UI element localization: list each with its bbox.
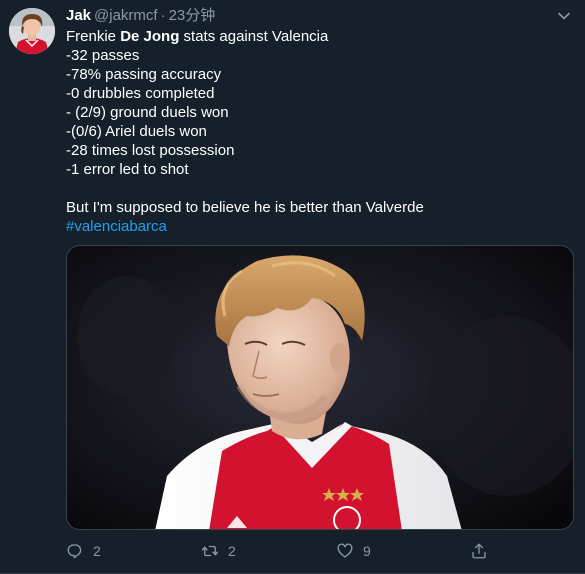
tweet-text: Frenkie De Jong stats against Valencia -…	[66, 27, 576, 236]
reply-count: 2	[93, 543, 101, 559]
reply-button[interactable]: 2	[66, 540, 101, 562]
like-button[interactable]: 9	[336, 540, 371, 562]
stat-line: -(0/6) Ariel duels won	[66, 123, 207, 140]
timestamp[interactable]: 23分钟	[169, 7, 216, 24]
separator-dot: ·	[160, 7, 166, 24]
tweet-media[interactable]	[66, 245, 574, 530]
chevron-down-icon[interactable]	[557, 9, 571, 23]
user-handle[interactable]: @jakrmcf	[94, 7, 158, 24]
reply-icon	[67, 544, 82, 559]
media-photo	[67, 246, 573, 529]
share-icon	[472, 543, 486, 559]
retweet-count: 2	[228, 543, 236, 559]
avatar-image	[9, 8, 55, 54]
stat-line: -0 drubbles completed	[66, 85, 215, 102]
like-count: 9	[363, 543, 371, 559]
stat-line: -32 passes	[66, 47, 140, 64]
stat-line: -78% passing accuracy	[66, 66, 222, 83]
intro-post: stats against Valencia	[179, 28, 329, 45]
closing-line: But I'm supposed to believe he is better…	[66, 199, 424, 216]
tweet-line-intro: Frenkie De Jong stats against Valencia	[66, 27, 576, 46]
tweet-header: Jak @jakrmcf · 23分钟	[66, 6, 215, 26]
heart-icon	[337, 543, 353, 558]
hashtag-link[interactable]: #valenciabarca	[66, 218, 167, 235]
display-name[interactable]: Jak	[66, 7, 91, 24]
avatar[interactable]	[9, 8, 55, 54]
retweet-button[interactable]: 2	[201, 540, 236, 562]
tweet[interactable]: Jak @jakrmcf · 23分钟 Frenkie De Jong stats a…	[0, 0, 585, 574]
tweet-actions: 2 2 9	[66, 540, 576, 562]
stat-line: -28 times lost possession	[66, 142, 235, 159]
stat-line: - (2/9) ground duels won	[66, 104, 229, 121]
intro-pre: Frenkie	[66, 28, 121, 45]
intro-bold-name: De Jong	[120, 28, 180, 45]
hashtag-line: #valenciabarca	[66, 217, 576, 236]
share-button[interactable]	[470, 540, 488, 562]
retweet-icon	[201, 545, 219, 557]
stat-line: -1 error led to shot	[66, 161, 189, 178]
